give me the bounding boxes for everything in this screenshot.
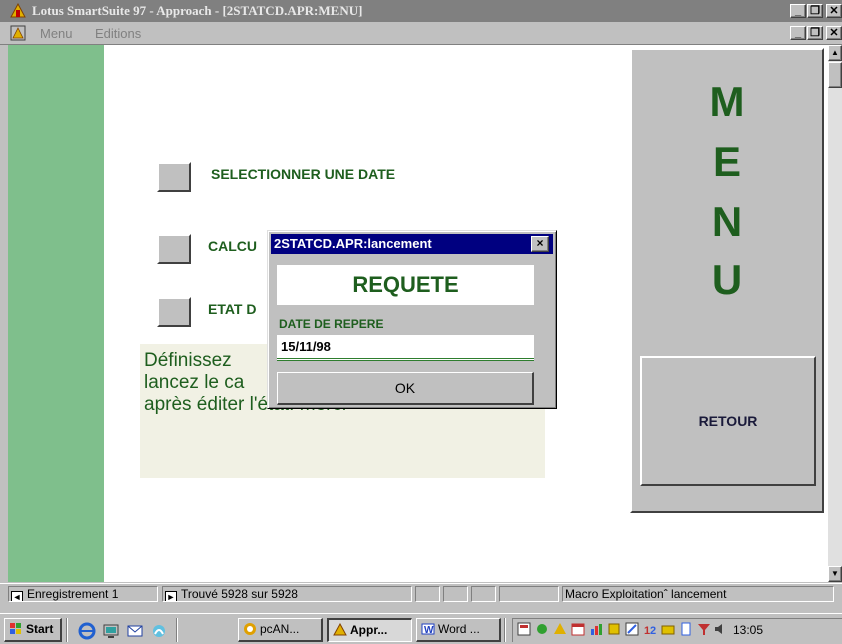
window-title: Lotus SmartSuite 97 - Approach - [2STATC…: [32, 3, 363, 18]
tray-book-icon[interactable]: [607, 622, 621, 636]
found-panel: ► Trouvé 5928 sur 5928: [162, 586, 412, 602]
menu-item-menu[interactable]: Menu: [40, 26, 73, 41]
minimize-button[interactable]: _: [790, 4, 806, 18]
clock: 13:05: [733, 623, 764, 637]
menu-letter-e: E: [712, 138, 741, 185]
start-button[interactable]: Start: [4, 618, 62, 642]
doc-minimize-button[interactable]: _: [790, 26, 806, 40]
calculate-label: CALCU: [208, 238, 257, 254]
arrow-down-icon: ▼: [831, 569, 839, 578]
date-field[interactable]: 15/11/98: [277, 335, 534, 361]
tray-edit-icon[interactable]: [625, 622, 639, 636]
menu-letter-m: M: [709, 78, 745, 125]
macro-panel: Macro Exploitationˆ lancement: [562, 586, 834, 602]
system-tray: 12 13:05: [512, 618, 842, 642]
task-word[interactable]: W Word ...: [416, 618, 501, 642]
status-panel-empty-3: [471, 586, 496, 602]
doc-restore-button[interactable]: ❐: [807, 26, 823, 40]
taskbar-separator: [504, 618, 506, 642]
restore-icon: ❐: [810, 27, 820, 39]
menu-bar: Menu Editions _ ❐ ✕: [0, 22, 842, 45]
pcanywhere-icon: [244, 623, 256, 635]
menu-letter-u: U: [711, 256, 743, 303]
channels-icon[interactable]: [150, 622, 168, 640]
internet-explorer-icon[interactable]: [78, 622, 96, 640]
lotus-logo-icon: [10, 3, 26, 18]
close-button[interactable]: ✕: [826, 4, 842, 18]
menu-letter-n: N: [711, 198, 743, 245]
next-record-icon[interactable]: ►: [165, 591, 177, 601]
record-panel: ◄ Enregistrement 1: [8, 586, 158, 602]
doc-close-button[interactable]: ✕: [826, 26, 842, 40]
macro-status: Macro Exploitationˆ lancement: [565, 587, 727, 601]
tray-chart-icon[interactable]: [589, 622, 603, 636]
close-icon: ×: [536, 236, 544, 250]
close-icon: ✕: [829, 5, 839, 17]
app-title-bar[interactable]: Lotus SmartSuite 97 - Approach - [2STATC…: [0, 0, 842, 22]
status-panel-empty-1: [415, 586, 440, 602]
scroll-down-button[interactable]: ▼: [828, 566, 842, 582]
document-icon[interactable]: [10, 25, 26, 41]
tray-folder-icon[interactable]: [661, 622, 675, 636]
task-pcanywhere[interactable]: pcAN...: [238, 618, 323, 642]
arrow-up-icon: ▲: [831, 48, 839, 57]
outlook-icon[interactable]: [126, 622, 144, 640]
tray-lotus-icon[interactable]: [553, 622, 567, 636]
found-status: Trouvé 5928 sur 5928: [181, 587, 298, 601]
menu-item-editions[interactable]: Editions: [95, 26, 141, 41]
taskbar-separator: [176, 618, 178, 642]
left-color-band: [8, 45, 104, 582]
prev-record-icon[interactable]: ◄: [11, 591, 23, 601]
status-bar: ◄ Enregistrement 1 ► Trouvé 5928 sur 5928 …: [0, 583, 842, 604]
tray-doc-icon[interactable]: [679, 622, 693, 636]
print-report-button[interactable]: [157, 297, 191, 327]
minimize-icon: _: [794, 27, 802, 39]
task-label-word: Word ...: [438, 622, 480, 636]
print-report-label: ETAT D: [208, 301, 257, 317]
windows-logo-icon: [10, 623, 21, 634]
minimize-icon: _: [794, 5, 802, 17]
task-label-approach: Appr...: [350, 623, 388, 637]
start-label: Start: [26, 622, 54, 636]
tray-network-icon[interactable]: [535, 622, 549, 636]
svg-text:W: W: [424, 625, 434, 636]
show-desktop-icon[interactable]: [102, 622, 120, 640]
dialog-title-bar[interactable]: 2STATCD.APR:lancement: [271, 234, 553, 254]
restore-icon: ❐: [810, 5, 820, 17]
close-icon: ✕: [829, 27, 839, 39]
scroll-thumb[interactable]: [828, 62, 842, 88]
lancement-dialog: 2STATCD.APR:lancement × REQUETE DATE DE …: [267, 230, 557, 409]
approach-icon: [333, 623, 347, 636]
svg-text:2: 2: [650, 625, 656, 636]
status-panel-empty-4: [499, 586, 559, 602]
dialog-title: 2STATCD.APR:lancement: [274, 236, 432, 251]
taskbar: Start pcAN... Appr... W Word ... 12 13:05: [0, 613, 842, 644]
tray-filter-icon[interactable]: [697, 622, 711, 636]
ok-button[interactable]: OK: [277, 372, 534, 405]
task-label-pcanywhere: pcAN...: [260, 622, 300, 636]
retour-button[interactable]: RETOUR: [640, 356, 816, 486]
tray-app-icon[interactable]: [517, 622, 531, 636]
task-approach[interactable]: Appr...: [327, 618, 412, 642]
select-date-label: SELECTIONNER UNE DATE: [211, 166, 396, 182]
date-field-label: DATE DE REPERE: [279, 317, 384, 331]
status-panel-empty-2: [443, 586, 468, 602]
tray-sort-icon[interactable]: 12: [643, 622, 657, 636]
tray-volume-icon[interactable]: [713, 622, 727, 636]
dialog-heading: REQUETE: [277, 265, 534, 305]
select-date-button[interactable]: [157, 162, 191, 192]
scroll-up-button[interactable]: ▲: [828, 45, 842, 61]
word-icon: W: [421, 623, 435, 636]
taskbar-separator: [66, 618, 68, 642]
calculate-button[interactable]: [157, 234, 191, 264]
record-status: Enregistrement 1: [27, 587, 119, 601]
restore-button[interactable]: ❐: [807, 4, 823, 18]
vertical-scrollbar[interactable]: ▲ ▼: [828, 45, 842, 582]
dialog-close-button[interactable]: ×: [531, 236, 549, 252]
tray-calendar-icon[interactable]: [571, 622, 585, 636]
